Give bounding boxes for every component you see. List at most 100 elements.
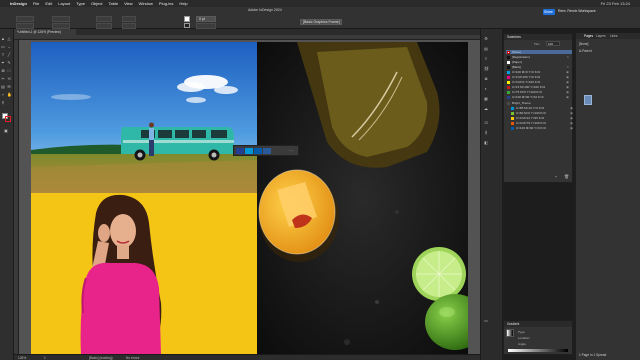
rectangle-frame-tool-icon[interactable]: ⊠ — [1, 69, 5, 73]
stroke-icon[interactable] — [5, 116, 11, 122]
swatch-popup-color-2[interactable] — [245, 148, 253, 154]
eyedropper-tool-icon[interactable]: ⌐ — [1, 93, 5, 97]
menu-type[interactable]: Type — [76, 1, 85, 6]
swatch-row[interactable]: C=0 M=0 Y=100 K=0 ▣ — [506, 80, 572, 84]
swatch-group[interactable]: Bright_Theme — [506, 101, 572, 105]
drinks-image-frame[interactable] — [257, 42, 468, 354]
x-field[interactable] — [16, 16, 34, 22]
van-image-frame[interactable] — [31, 42, 257, 193]
menu-plugins[interactable]: Plug-ins — [159, 1, 173, 6]
tab-links[interactable]: Links — [610, 34, 617, 38]
pathfinder-panel-icon[interactable]: ◧ — [484, 141, 488, 145]
swatch-row[interactable]: C=0 M=100 Y=0 K=0 ▣ — [506, 75, 572, 79]
type-tool-icon[interactable]: T — [1, 53, 5, 57]
text-wrap-panel-icon[interactable]: ⊡ — [484, 121, 488, 125]
document-page[interactable] — [31, 42, 468, 354]
color-swatch-popup[interactable]: ⋯ — [233, 145, 299, 156]
free-transform-tool-icon[interactable]: ⟲ — [7, 77, 11, 81]
stroke-swatch-icon[interactable] — [184, 23, 190, 28]
menu-object[interactable]: Object — [91, 1, 103, 6]
properties-panel-icon[interactable]: ⚙ — [484, 37, 488, 41]
screen-mode-icon[interactable]: ▣ — [4, 129, 8, 133]
swatch-chip — [507, 85, 510, 89]
swatch-row[interactable]: C=100 M=90 Y=10 K=0 ▣ — [506, 95, 572, 99]
menu-edit[interactable]: Edit — [45, 1, 52, 6]
gradient-panel-icon[interactable]: ▭ — [484, 319, 488, 323]
links-panel-icon[interactable]: ⛓ — [484, 67, 489, 71]
pen-tool-icon[interactable]: ✒ — [1, 61, 5, 65]
swatch-name: C=75 M=5 Y=100 K=0 — [512, 90, 542, 94]
swatch-row[interactable]: C=15 M=100 Y=100 K=0 ▣ — [506, 85, 572, 89]
zoom-tool-icon[interactable]: ⚲ — [1, 101, 5, 105]
swatch-row[interactable]: [Paper] — [506, 60, 572, 64]
swatch-row[interactable]: C=100 M=60 Y=0 K=0 ▣ — [510, 126, 576, 130]
swatch-row[interactable]: C=60 M=0 Y=100 K=0 ▣ — [510, 111, 576, 115]
swatch-popup-color-4[interactable] — [263, 148, 271, 154]
line-tool-icon[interactable]: ╱ — [7, 53, 11, 57]
menu-layout[interactable]: Layout — [58, 1, 70, 6]
preflight-profile[interactable]: [Basic] (working) — [89, 356, 113, 360]
swatch-row[interactable]: [Registration] ✕ — [506, 55, 572, 59]
swatch-popup-more-icon[interactable]: ⋯ — [289, 149, 293, 153]
swatch-row[interactable]: [None] — [506, 50, 572, 54]
swatch-name: C=0 M=79 Y=100 K=0 — [516, 121, 546, 125]
cc-libraries-icon[interactable]: ☁ — [484, 107, 488, 111]
swatches-panel-title[interactable]: Swatches — [504, 34, 572, 40]
swatch-popup-color-1[interactable] — [236, 148, 244, 154]
page-thumbnail[interactable] — [584, 95, 592, 105]
note-tool-icon[interactable]: ✉ — [7, 85, 11, 89]
menu-window[interactable]: Window — [139, 1, 153, 6]
parent-a[interactable]: A-Parent — [579, 49, 592, 53]
w-field[interactable] — [52, 16, 70, 22]
swatch-popup-color-3[interactable] — [254, 148, 262, 154]
color-panel-icon[interactable]: ◐ — [484, 87, 488, 91]
swatch-row[interactable]: [Black] ✕ — [506, 65, 572, 69]
selection-tool-icon[interactable]: ▲ — [1, 37, 5, 41]
direct-selection-tool-icon[interactable]: △ — [7, 37, 11, 41]
hand-tool-icon[interactable]: ✋ — [7, 93, 12, 97]
rectangle-tool-icon[interactable]: □ — [7, 69, 11, 73]
zoom-level[interactable]: 126% — [18, 356, 26, 360]
gap-tool-icon[interactable]: ↔ — [7, 45, 11, 49]
pages-panel-icon[interactable]: ▤ — [484, 47, 488, 51]
object-style-select[interactable]: [Basic Graphics Frame] — [300, 19, 342, 25]
tab-pages[interactable]: Pages — [584, 34, 593, 38]
share-button[interactable]: Share — [543, 9, 555, 15]
swatches-panel: Swatches Tint: 100 [None] [Registration]… — [503, 33, 573, 183]
layers-panel-icon[interactable]: ≡ — [484, 57, 488, 61]
scissors-tool-icon[interactable]: ✂ — [1, 77, 5, 81]
menu-app[interactable]: InDesign — [10, 1, 27, 6]
portrait-image-frame[interactable] — [31, 193, 257, 354]
swatch-row[interactable]: C=0 M=22 Y=95 K=0 ▣ — [510, 116, 576, 120]
page-tool-icon[interactable]: ▭ — [1, 45, 5, 49]
workspace-switcher[interactable]: Rem: Remix Workspace — [558, 9, 596, 13]
tab-layers[interactable]: Layers — [596, 34, 606, 38]
new-swatch-icon[interactable]: + — [554, 175, 558, 179]
menu-table[interactable]: Table — [109, 1, 119, 6]
align-panel-icon[interactable]: ⫼ — [484, 131, 488, 135]
parent-none[interactable]: [None] — [579, 42, 588, 46]
pencil-tool-icon[interactable]: ✎ — [7, 61, 11, 65]
delete-swatch-icon[interactable]: 🗑 — [564, 175, 569, 179]
stroke-panel-icon[interactable]: ≣ — [484, 77, 488, 81]
swatch-row[interactable]: C=75 M=5 Y=100 K=0 ▣ — [506, 90, 572, 94]
menu-file[interactable]: File — [33, 1, 39, 6]
menu-view[interactable]: View — [124, 1, 133, 6]
stroke-weight-field[interactable]: 0 pt — [196, 16, 216, 22]
swatches-panel-icon[interactable]: ▦ — [484, 97, 488, 101]
rotate-field[interactable] — [122, 16, 136, 22]
swatch-row[interactable]: C=85 M=10 Y=0 K=0 ▣ — [510, 106, 576, 110]
gradient-tool-icon[interactable]: ▤ — [1, 85, 5, 89]
gradient-ramp[interactable] — [508, 349, 568, 352]
tint-field[interactable]: 100 — [546, 41, 560, 46]
scale-x-field[interactable] — [96, 16, 112, 22]
swatch-name: C=100 M=60 Y=0 K=0 — [516, 126, 546, 130]
fill-swatch-icon[interactable] — [184, 16, 190, 22]
swatch-row[interactable]: C=0 M=79 Y=100 K=0 ▣ — [510, 121, 576, 125]
gradient-panel-title[interactable]: Gradient — [504, 321, 572, 327]
menu-help[interactable]: Help — [179, 1, 187, 6]
gradient-preview[interactable] — [506, 329, 514, 337]
swatch-row[interactable]: C=100 M=0 Y=0 K=0 ▣ — [506, 70, 572, 74]
page-number[interactable]: 1 — [44, 356, 46, 360]
swatch-name: C=100 M=0 Y=0 K=0 — [512, 70, 541, 74]
